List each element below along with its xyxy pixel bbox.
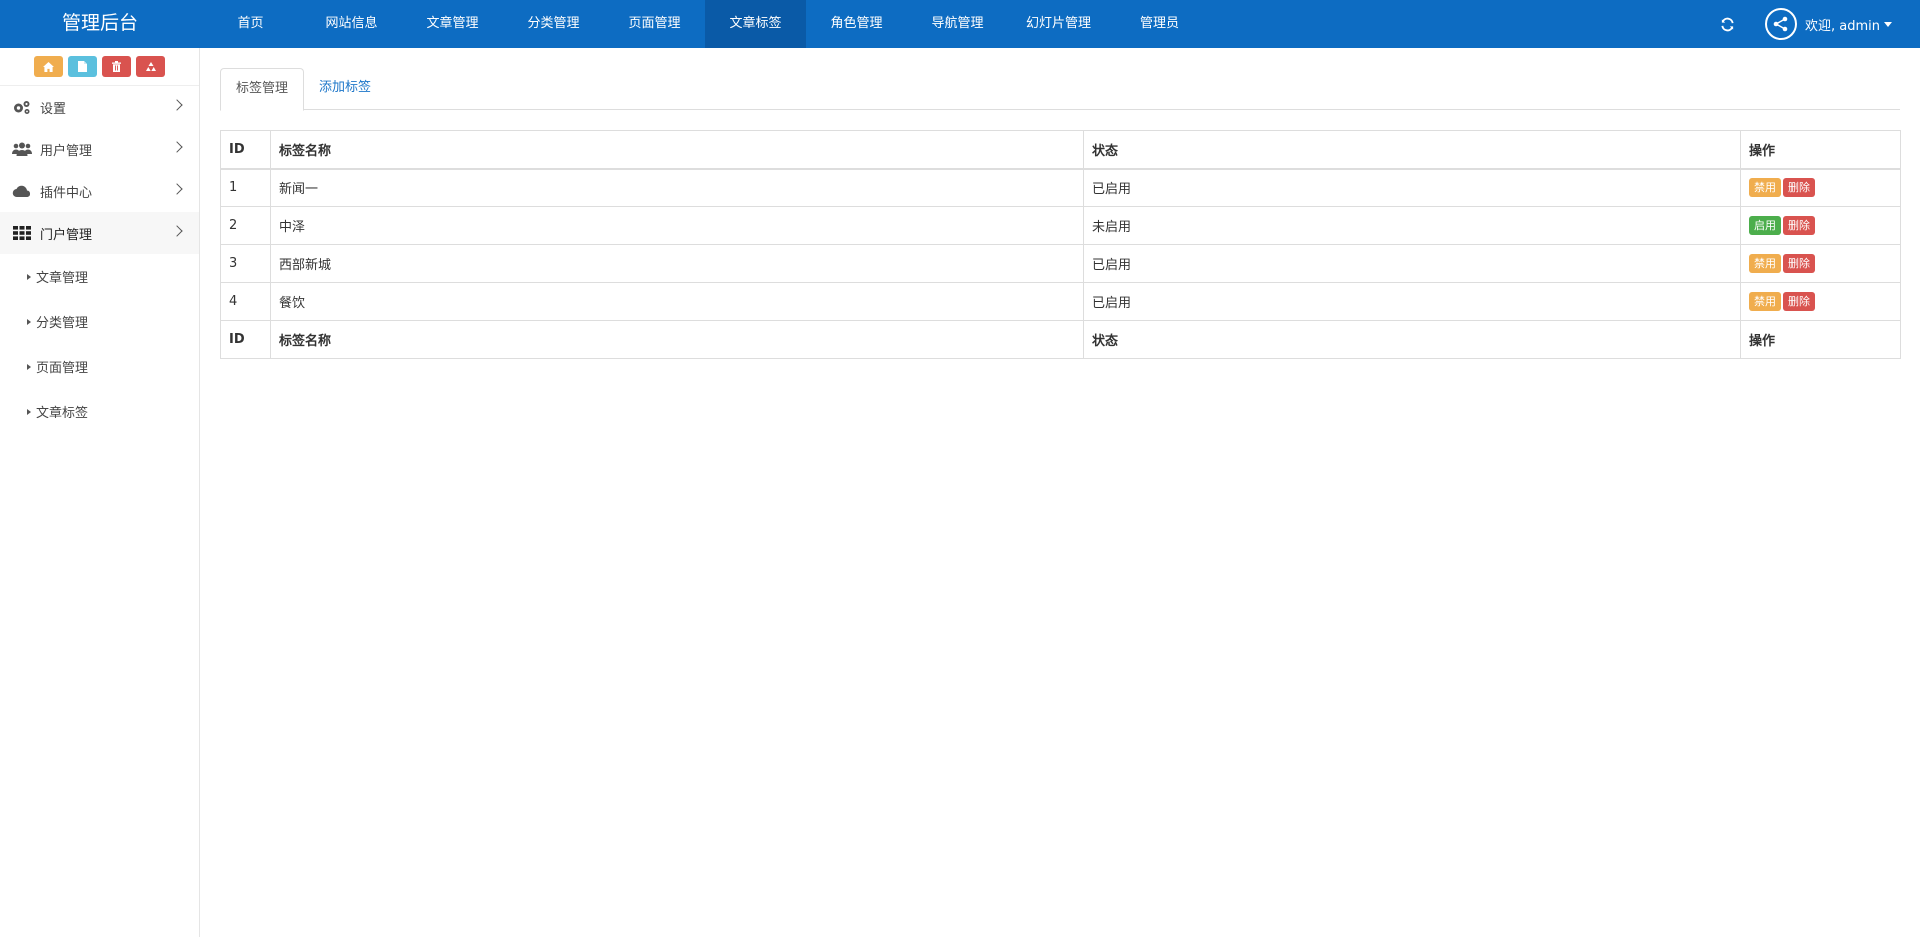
column-header-name: 标签名称 — [270, 130, 1084, 170]
chevron-right-icon — [171, 99, 183, 111]
table-footer-row: ID 标签名称 状态 操作 — [220, 320, 1901, 359]
file-icon[interactable] — [68, 56, 97, 77]
cell-name: 新闻一 — [270, 168, 1084, 207]
tags-table: ID 标签名称 状态 操作 1 新闻一 已启用 禁用 删除 2 中泽 未启用 启用… — [220, 130, 1901, 359]
caret-right-icon — [27, 318, 31, 325]
table-row: 1 新闻一 已启用 禁用 删除 — [220, 168, 1901, 207]
table-row: 4 餐饮 已启用 禁用 删除 — [220, 282, 1901, 321]
disable-button[interactable]: 禁用 — [1749, 292, 1781, 311]
delete-button[interactable]: 删除 — [1783, 292, 1815, 311]
grid-icon — [12, 225, 32, 241]
cell-id: 3 — [220, 244, 271, 283]
cell-status: 已启用 — [1083, 168, 1741, 207]
table-header-row: ID 标签名称 状态 操作 — [220, 130, 1901, 170]
sidebar-item-label: 用户管理 — [40, 143, 93, 159]
delete-button[interactable]: 删除 — [1783, 216, 1815, 235]
sidebar-item-label: 设置 — [40, 101, 67, 117]
caret-down-icon — [1884, 21, 1892, 27]
cell-name: 中泽 — [270, 206, 1084, 245]
user-menu-toggle[interactable]: 欢迎, admin — [1805, 15, 1892, 34]
enable-button[interactable]: 启用 — [1749, 216, 1781, 235]
table-row: 2 中泽 未启用 启用 删除 — [220, 206, 1901, 245]
avatar[interactable] — [1765, 8, 1797, 40]
column-header-status: 状态 — [1083, 130, 1741, 170]
sidebar-subitem-categories[interactable]: 分类管理 — [0, 299, 199, 344]
sidebar-item-settings[interactable]: 设置 — [0, 86, 199, 128]
nav-item-admins[interactable]: 管理员 — [1109, 0, 1210, 48]
tab-tag-management[interactable]: 标签管理 — [220, 68, 305, 111]
sidebar-item-users[interactable]: 用户管理 — [0, 128, 199, 170]
table-row: 3 西部新城 已启用 禁用 删除 — [220, 244, 1901, 283]
nav-item-site-info[interactable]: 网站信息 — [301, 0, 402, 48]
nav-item-categories[interactable]: 分类管理 — [503, 0, 604, 48]
nav-item-pages[interactable]: 页面管理 — [604, 0, 705, 48]
top-navbar: 管理后台 首页 网站信息 文章管理 分类管理 页面管理 文章标签 角色管理 导航… — [0, 0, 1920, 48]
sidebar-subitem-label: 文章管理 — [36, 271, 89, 286]
recycle-icon[interactable] — [136, 56, 165, 77]
main-nav: 首页 网站信息 文章管理 分类管理 页面管理 文章标签 角色管理 导航管理 幻灯… — [200, 0, 1210, 48]
caret-right-icon — [27, 363, 31, 370]
nav-item-roles[interactable]: 角色管理 — [806, 0, 907, 48]
nav-item-slides[interactable]: 幻灯片管理 — [1008, 0, 1109, 48]
delete-button[interactable]: 删除 — [1783, 254, 1815, 273]
sidebar-item-label: 插件中心 — [40, 185, 93, 201]
sidebar: 设置 用户管理 插件中心 门户管理 文章管理 分类管理 页面管理 文章标签 — [0, 48, 200, 937]
tab-add-tag[interactable]: 添加标签 — [304, 68, 386, 110]
sidebar-subitem-label: 页面管理 — [36, 361, 89, 376]
sidebar-item-label: 门户管理 — [40, 227, 93, 243]
shortcut-buttons — [0, 48, 199, 86]
brand-title[interactable]: 管理后台 — [0, 0, 200, 48]
chevron-right-icon — [171, 183, 183, 195]
main-content: 标签管理 添加标签 ID 标签名称 状态 操作 1 新闻一 已启用 禁用 删除 2 — [220, 48, 1901, 359]
column-header-id: ID — [220, 130, 271, 170]
column-footer-action: 操作 — [1740, 320, 1901, 359]
disable-button[interactable]: 禁用 — [1749, 178, 1781, 198]
cell-status: 已启用 — [1083, 244, 1741, 283]
chevron-right-icon — [171, 141, 183, 153]
cloud-icon — [12, 183, 32, 199]
caret-right-icon — [27, 273, 31, 280]
trash-icon[interactable] — [102, 56, 131, 77]
cell-name: 西部新城 — [270, 244, 1084, 283]
nav-item-articles[interactable]: 文章管理 — [402, 0, 503, 48]
cell-id: 1 — [220, 168, 271, 207]
column-header-action: 操作 — [1740, 130, 1901, 170]
cell-status: 未启用 — [1083, 206, 1741, 245]
gears-icon — [12, 99, 32, 115]
sidebar-subitem-label: 文章标签 — [36, 406, 89, 421]
cell-id: 4 — [220, 282, 271, 321]
sidebar-item-plugins[interactable]: 插件中心 — [0, 170, 199, 212]
caret-right-icon — [27, 408, 31, 415]
sidebar-item-portal[interactable]: 门户管理 — [0, 212, 199, 254]
column-footer-name: 标签名称 — [270, 320, 1084, 359]
refresh-icon[interactable] — [1715, 12, 1739, 36]
sidebar-subitem-articles[interactable]: 文章管理 — [0, 254, 199, 299]
disable-button[interactable]: 禁用 — [1749, 254, 1781, 273]
tab-bar: 标签管理 添加标签 — [220, 68, 1900, 111]
users-icon — [12, 141, 32, 157]
navbar-right: 欢迎, admin — [1715, 0, 1920, 48]
sidebar-subitem-pages[interactable]: 页面管理 — [0, 344, 199, 389]
nav-item-home[interactable]: 首页 — [200, 0, 301, 48]
cell-actions: 禁用 删除 — [1740, 282, 1901, 321]
cell-actions: 禁用 删除 — [1740, 168, 1901, 207]
cell-actions: 禁用 删除 — [1740, 244, 1901, 283]
delete-button[interactable]: 删除 — [1783, 178, 1815, 198]
nav-item-article-tags[interactable]: 文章标签 — [705, 0, 806, 48]
home-icon[interactable] — [34, 56, 63, 77]
cell-actions: 启用 删除 — [1740, 206, 1901, 245]
nav-item-navigation[interactable]: 导航管理 — [907, 0, 1008, 48]
cell-name: 餐饮 — [270, 282, 1084, 321]
sidebar-subitem-article-tags[interactable]: 文章标签 — [0, 389, 199, 434]
welcome-text: 欢迎, admin — [1805, 18, 1880, 34]
sidebar-subitem-label: 分类管理 — [36, 316, 89, 331]
cell-status: 已启用 — [1083, 282, 1741, 321]
column-footer-status: 状态 — [1083, 320, 1741, 359]
cell-id: 2 — [220, 206, 271, 245]
column-footer-id: ID — [220, 320, 271, 359]
chevron-right-icon — [171, 225, 183, 237]
